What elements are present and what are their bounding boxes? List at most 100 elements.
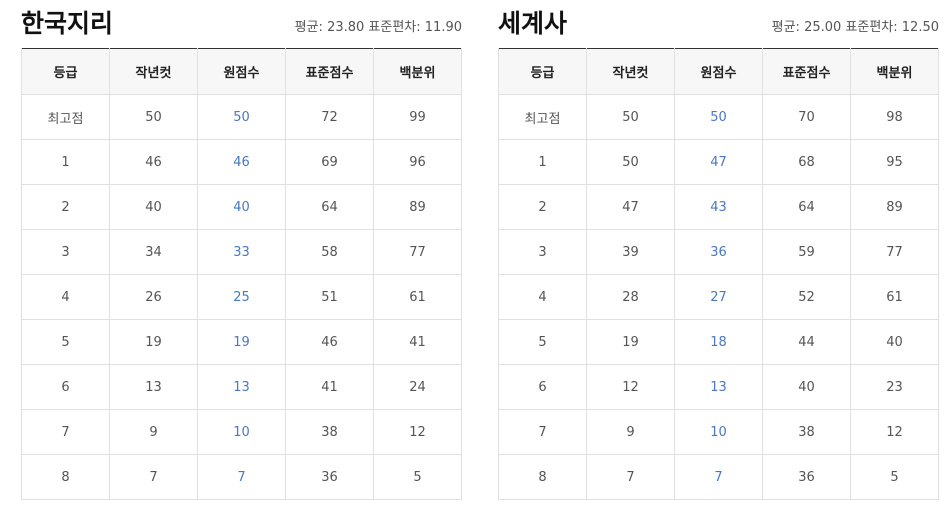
cell-grade: 7 <box>498 409 587 455</box>
cell-raw-score: 13 <box>674 364 763 410</box>
cell-standard-score: 36 <box>762 454 851 500</box>
cell-percentile: 95 <box>850 139 939 185</box>
cell-standard-score: 64 <box>285 184 374 230</box>
cell-standard-score: 69 <box>285 139 374 185</box>
panel-header: 한국지리 평균: 23.80 표준편차: 11.90 <box>21 0 462 48</box>
cell-percentile: 89 <box>850 184 939 230</box>
cell-percentile: 12 <box>373 409 462 455</box>
cell-raw-score: 10 <box>674 409 763 455</box>
table-body: 최고점 50 50 70 98 1 50 47 68 95 2 47 43 64 89 3 39 36 59 77 4 2… <box>498 94 939 500</box>
cell-raw-score: 7 <box>197 454 286 500</box>
table-row: 8 7 7 36 5 <box>21 454 462 500</box>
cell-raw-score: 43 <box>674 184 763 230</box>
cell-raw-score: 10 <box>197 409 286 455</box>
column-header-standard-score: 표준점수 <box>285 48 374 95</box>
cell-raw-score: 46 <box>197 139 286 185</box>
cell-grade: 6 <box>498 364 587 410</box>
cell-standard-score: 36 <box>285 454 374 500</box>
cell-standard-score: 70 <box>762 94 851 140</box>
cell-raw-score: 27 <box>674 274 763 320</box>
cell-percentile: 99 <box>373 94 462 140</box>
table-row: 5 19 18 44 40 <box>498 319 939 365</box>
cell-percentile: 41 <box>373 319 462 365</box>
cell-grade: 6 <box>21 364 110 410</box>
cell-percentile: 96 <box>373 139 462 185</box>
panel-korean-geography: 한국지리 평균: 23.80 표준편차: 11.90 등급 작년컷 원점수 표준… <box>21 0 462 500</box>
cell-standard-score: 58 <box>285 229 374 275</box>
column-header-percentile: 백분위 <box>373 48 462 95</box>
table-row: 1 46 46 69 96 <box>21 139 462 185</box>
table-row: 2 47 43 64 89 <box>498 184 939 230</box>
table-row: 2 40 40 64 89 <box>21 184 462 230</box>
cell-raw-score: 47 <box>674 139 763 185</box>
cell-percentile: 12 <box>850 409 939 455</box>
cell-last-year-cut: 19 <box>109 319 198 365</box>
panel-title: 세계사 <box>498 9 568 38</box>
cell-last-year-cut: 50 <box>586 139 675 185</box>
table-header-row: 등급 작년컷 원점수 표준점수 백분위 <box>498 48 939 95</box>
cell-grade: 7 <box>21 409 110 455</box>
cell-grade: 최고점 <box>21 94 110 140</box>
cell-raw-score: 33 <box>197 229 286 275</box>
cell-standard-score: 41 <box>285 364 374 410</box>
cell-grade: 2 <box>498 184 587 230</box>
grade-cut-page: 한국지리 평균: 23.80 표준편차: 11.90 등급 작년컷 원점수 표준… <box>0 0 951 523</box>
cell-last-year-cut: 34 <box>109 229 198 275</box>
cell-percentile: 40 <box>850 319 939 365</box>
cell-grade: 3 <box>21 229 110 275</box>
cell-grade: 1 <box>21 139 110 185</box>
cell-raw-score: 40 <box>197 184 286 230</box>
column-header-grade: 등급 <box>498 48 587 95</box>
cell-percentile: 5 <box>850 454 939 500</box>
table-row: 6 13 13 41 24 <box>21 364 462 410</box>
column-header-standard-score: 표준점수 <box>762 48 851 95</box>
cell-raw-score: 19 <box>197 319 286 365</box>
cell-standard-score: 52 <box>762 274 851 320</box>
cell-percentile: 5 <box>373 454 462 500</box>
panel-header: 세계사 평균: 25.00 표준편차: 12.50 <box>498 0 939 48</box>
panel-stats: 평균: 23.80 표준편차: 11.90 <box>294 20 462 35</box>
table-row: 4 28 27 52 61 <box>498 274 939 320</box>
cell-last-year-cut: 39 <box>586 229 675 275</box>
table-body: 최고점 50 50 72 99 1 46 46 69 96 2 40 40 64 89 3 34 33 58 77 4 2… <box>21 94 462 500</box>
cell-last-year-cut: 47 <box>586 184 675 230</box>
cell-last-year-cut: 50 <box>109 94 198 140</box>
cell-last-year-cut: 26 <box>109 274 198 320</box>
table-row: 3 39 36 59 77 <box>498 229 939 275</box>
cell-percentile: 61 <box>373 274 462 320</box>
cell-standard-score: 46 <box>285 319 374 365</box>
panel-title: 한국지리 <box>21 9 114 38</box>
cell-percentile: 23 <box>850 364 939 410</box>
table-row: 1 50 47 68 95 <box>498 139 939 185</box>
table-row: 최고점 50 50 70 98 <box>498 94 939 140</box>
table-row: 최고점 50 50 72 99 <box>21 94 462 140</box>
cell-grade: 5 <box>21 319 110 365</box>
cell-grade: 8 <box>21 454 110 500</box>
cell-raw-score: 7 <box>674 454 763 500</box>
cell-raw-score: 36 <box>674 229 763 275</box>
cell-last-year-cut: 46 <box>109 139 198 185</box>
cell-standard-score: 59 <box>762 229 851 275</box>
table-row: 4 26 25 51 61 <box>21 274 462 320</box>
cell-last-year-cut: 7 <box>586 454 675 500</box>
cell-standard-score: 38 <box>285 409 374 455</box>
cell-percentile: 61 <box>850 274 939 320</box>
cell-standard-score: 51 <box>285 274 374 320</box>
cell-last-year-cut: 28 <box>586 274 675 320</box>
cell-last-year-cut: 40 <box>109 184 198 230</box>
cell-last-year-cut: 19 <box>586 319 675 365</box>
cell-raw-score: 50 <box>674 94 763 140</box>
cell-grade: 4 <box>498 274 587 320</box>
cell-standard-score: 72 <box>285 94 374 140</box>
table-row: 7 9 10 38 12 <box>498 409 939 455</box>
cell-raw-score: 18 <box>674 319 763 365</box>
table-header-row: 등급 작년컷 원점수 표준점수 백분위 <box>21 48 462 95</box>
cell-percentile: 77 <box>850 229 939 275</box>
cell-raw-score: 13 <box>197 364 286 410</box>
panel-stats: 평균: 25.00 표준편차: 12.50 <box>771 20 939 35</box>
cell-grade: 2 <box>21 184 110 230</box>
cell-percentile: 89 <box>373 184 462 230</box>
cell-raw-score: 50 <box>197 94 286 140</box>
cell-last-year-cut: 7 <box>109 454 198 500</box>
cell-standard-score: 44 <box>762 319 851 365</box>
